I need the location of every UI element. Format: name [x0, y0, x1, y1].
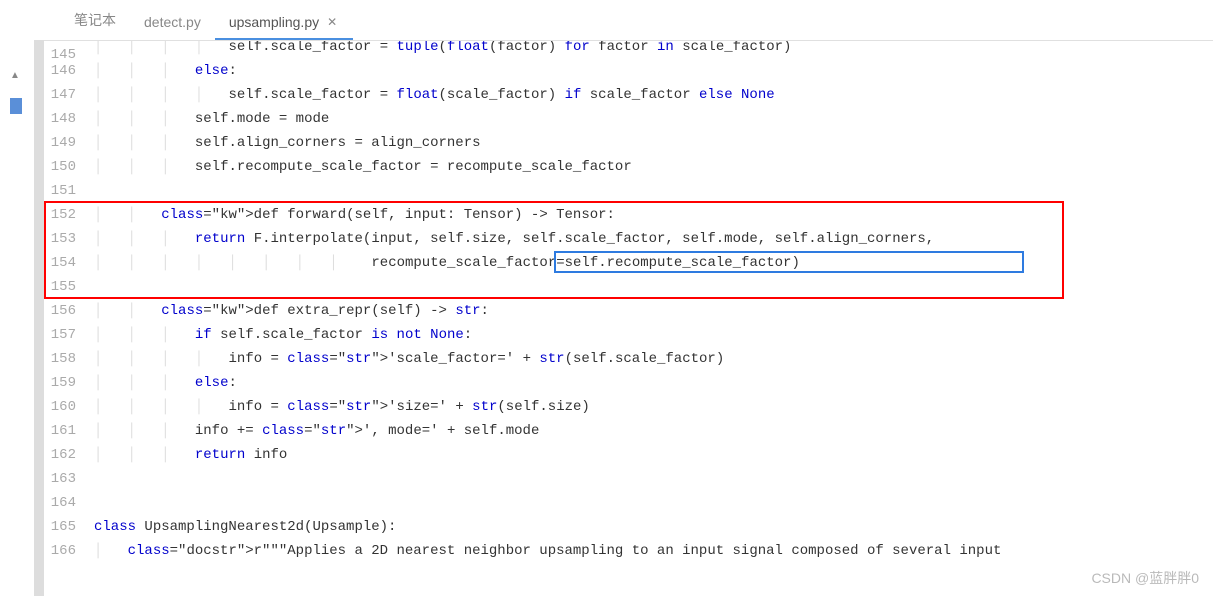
code-line[interactable]: 156│ │ class="kw">def extra_repr(self) -… — [44, 299, 1213, 323]
code-line[interactable]: 148│ │ │ self.mode = mode — [44, 107, 1213, 131]
code-line[interactable]: 159│ │ │ else: — [44, 371, 1213, 395]
code-content[interactable]: │ │ │ │ info = class="str">'scale_factor… — [82, 347, 724, 371]
code-line[interactable]: 162│ │ │ return info — [44, 443, 1213, 467]
line-number: 164 — [44, 491, 82, 515]
code-line[interactable]: 161│ │ │ info += class="str">', mode=' +… — [44, 419, 1213, 443]
bookmark-marker[interactable] — [10, 98, 22, 114]
code-content[interactable]: │ │ │ self.mode = mode — [82, 107, 329, 131]
code-content[interactable] — [82, 491, 94, 515]
code-content[interactable]: │ │ │ self.align_corners = align_corners — [82, 131, 481, 155]
code-content[interactable] — [82, 275, 94, 299]
tab-notebook[interactable]: 笔记本 — [60, 0, 130, 40]
line-number: 154 — [44, 251, 82, 275]
tab-detect[interactable]: detect.py — [130, 4, 215, 40]
line-number: 155 — [44, 275, 82, 299]
code-content[interactable]: │ │ class="kw">def extra_repr(self) -> s… — [82, 299, 489, 323]
line-number: 146 — [44, 59, 82, 83]
watermark-text: CSDN @蓝胖胖0 — [1091, 568, 1199, 588]
code-content[interactable]: │ │ │ │ │ │ │ │ recompute_scale_factor=s… — [82, 251, 800, 275]
tab-upsampling[interactable]: upsampling.py ✕ — [215, 4, 353, 40]
code-content[interactable]: │ │ │ return F.interpolate(input, self.s… — [82, 227, 934, 251]
code-content[interactable]: │ │ │ else: — [82, 371, 237, 395]
code-line[interactable]: 164 — [44, 491, 1213, 515]
line-number: 150 — [44, 155, 82, 179]
code-line[interactable]: 163 — [44, 467, 1213, 491]
code-line[interactable]: 160│ │ │ │ info = class="str">'size=' + … — [44, 395, 1213, 419]
code-line[interactable]: 151 — [44, 179, 1213, 203]
code-editor[interactable]: 145│ │ │ │ self.scale_factor = tuple(flo… — [44, 40, 1213, 596]
line-number: 159 — [44, 371, 82, 395]
code-content[interactable]: │ │ │ else: — [82, 59, 237, 83]
code-content[interactable]: │ │ │ return info — [82, 443, 287, 467]
code-view[interactable]: 145│ │ │ │ self.scale_factor = tuple(flo… — [44, 41, 1213, 563]
code-content[interactable]: │ │ │ info += class="str">', mode=' + se… — [82, 419, 539, 443]
line-number: 160 — [44, 395, 82, 419]
code-line[interactable]: 157│ │ │ if self.scale_factor is not Non… — [44, 323, 1213, 347]
line-number: 153 — [44, 227, 82, 251]
minimap-edge — [34, 40, 44, 596]
code-content[interactable]: class UpsamplingNearest2d(Upsample): — [82, 515, 396, 539]
line-number: 148 — [44, 107, 82, 131]
code-content[interactable]: │ │ │ if self.scale_factor is not None: — [82, 323, 472, 347]
editor-container: ▲ 145│ │ │ │ self.scale_factor = tuple(f… — [0, 40, 1213, 596]
code-content[interactable]: │ class="docstr">r"""Applies a 2D neares… — [82, 539, 1001, 563]
line-number: 156 — [44, 299, 82, 323]
code-line[interactable]: 147│ │ │ │ self.scale_factor = float(sca… — [44, 83, 1213, 107]
code-line[interactable]: 152│ │ class="kw">def forward(self, inpu… — [44, 203, 1213, 227]
code-line[interactable]: 149│ │ │ self.align_corners = align_corn… — [44, 131, 1213, 155]
code-line[interactable]: 158│ │ │ │ info = class="str">'scale_fac… — [44, 347, 1213, 371]
line-number: 163 — [44, 467, 82, 491]
code-content[interactable]: │ │ class="kw">def forward(self, input: … — [82, 203, 615, 227]
line-number: 158 — [44, 347, 82, 371]
line-number: 151 — [44, 179, 82, 203]
code-content[interactable] — [82, 179, 94, 203]
code-line[interactable]: 145│ │ │ │ self.scale_factor = tuple(flo… — [44, 41, 1213, 59]
sidebar-gutter: ▲ — [0, 40, 34, 596]
tab-bar: 笔记本 detect.py upsampling.py ✕ — [0, 0, 1213, 40]
code-line[interactable]: 155 — [44, 275, 1213, 299]
code-content[interactable] — [82, 467, 94, 491]
code-line[interactable]: 150│ │ │ self.recompute_scale_factor = r… — [44, 155, 1213, 179]
line-number: 166 — [44, 539, 82, 563]
code-line[interactable]: 165class UpsamplingNearest2d(Upsample): — [44, 515, 1213, 539]
line-number: 145 — [44, 41, 82, 59]
code-content[interactable]: │ │ │ │ self.scale_factor = tuple(float(… — [82, 41, 791, 59]
line-number: 149 — [44, 131, 82, 155]
code-content[interactable]: │ │ │ │ self.scale_factor = float(scale_… — [82, 83, 775, 107]
line-number: 157 — [44, 323, 82, 347]
line-number: 147 — [44, 83, 82, 107]
scroll-up-icon[interactable]: ▲ — [10, 70, 20, 81]
line-number: 165 — [44, 515, 82, 539]
code-content[interactable]: │ │ │ │ info = class="str">'size=' + str… — [82, 395, 590, 419]
code-line[interactable]: 154│ │ │ │ │ │ │ │ recompute_scale_facto… — [44, 251, 1213, 275]
line-number: 162 — [44, 443, 82, 467]
code-line[interactable]: 146│ │ │ else: — [44, 59, 1213, 83]
code-line[interactable]: 153│ │ │ return F.interpolate(input, sel… — [44, 227, 1213, 251]
line-number: 152 — [44, 203, 82, 227]
line-number: 161 — [44, 419, 82, 443]
close-icon[interactable]: ✕ — [325, 15, 339, 29]
code-line[interactable]: 166│ class="docstr">r"""Applies a 2D nea… — [44, 539, 1213, 563]
code-content[interactable]: │ │ │ self.recompute_scale_factor = reco… — [82, 155, 632, 179]
